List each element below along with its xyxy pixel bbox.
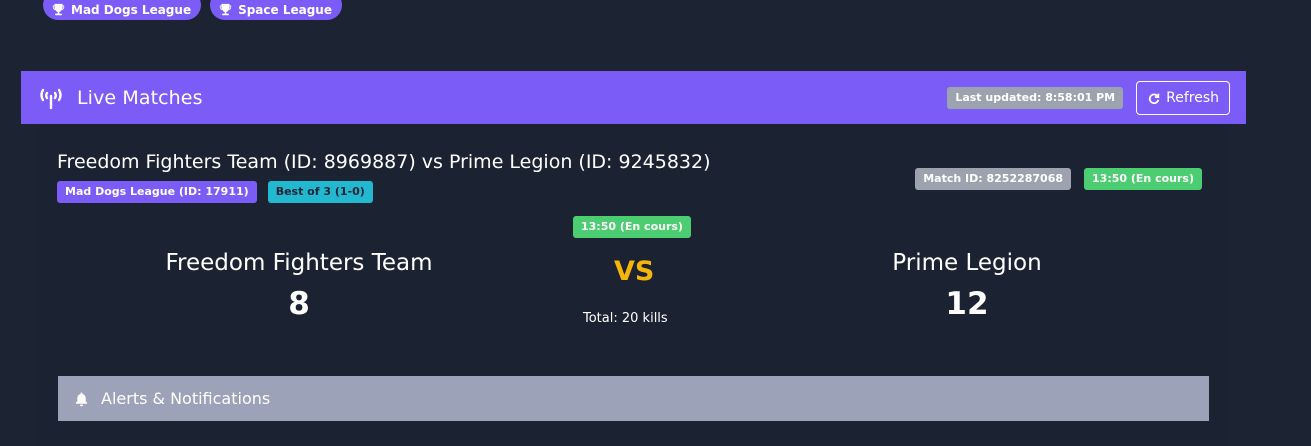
team-left: Freedom Fighters Team 8 (119, 250, 479, 322)
league-pill-space[interactable]: Space League (210, 0, 342, 20)
refresh-label: Refresh (1166, 89, 1219, 106)
alerts-notifications-bar[interactable]: Alerts & Notifications (58, 376, 1209, 421)
league-pill-mad-dogs[interactable]: Mad Dogs League (43, 0, 202, 20)
header-actions: Last updated: 8:58:01 PM Refresh (947, 80, 1230, 115)
match-status-badge: 13:50 (En cours) (1084, 168, 1202, 190)
total-kills: Total: 20 kills (583, 311, 668, 326)
match-tags: Mad Dogs League (ID: 17911) Best of 3 (1… (57, 181, 373, 203)
series-tag-badge: Best of 3 (1-0) (267, 181, 373, 203)
alerts-label: Alerts & Notifications (101, 389, 271, 408)
last-updated-badge: Last updated: 8:58:01 PM (947, 86, 1124, 109)
match-id-badge: Match ID: 8252287068 (915, 168, 1072, 190)
league-tag-badge: Mad Dogs League (ID: 17911) (57, 181, 257, 203)
vs-label: VS (614, 256, 655, 287)
team-left-name: Freedom Fighters Team (165, 250, 433, 276)
panel-title: Live Matches (77, 86, 203, 109)
antenna-icon (40, 88, 62, 109)
trophy-icon (219, 3, 232, 15)
team-left-score: 8 (288, 286, 310, 322)
trophy-icon (52, 3, 65, 15)
match-time-badge: 13:50 (En cours) (573, 216, 691, 238)
team-right: Prime Legion 12 (787, 250, 1147, 322)
refresh-icon (1149, 93, 1160, 104)
league-pill-label: Mad Dogs League (71, 3, 192, 17)
panel-header: Live Matches Last updated: 8:58:01 PM Re… (21, 71, 1246, 124)
live-matches-panel: Live Matches Last updated: 8:58:01 PM Re… (21, 71, 1246, 446)
bell-icon (75, 391, 88, 406)
team-right-score: 12 (945, 286, 989, 322)
match-title: Freedom Fighters Team (ID: 8969887) vs P… (57, 151, 711, 173)
league-pill-label: Space League (238, 3, 332, 17)
match-card: Freedom Fighters Team (ID: 8969887) vs P… (37, 124, 1230, 446)
league-filter-pills: Mad Dogs League Space League (43, 0, 342, 20)
team-right-name: Prime Legion (892, 250, 1042, 276)
center-status: 13:50 (En cours) (573, 215, 691, 238)
refresh-button[interactable]: Refresh (1136, 80, 1230, 115)
match-meta-tags: Match ID: 8252287068 13:50 (En cours) (915, 168, 1202, 190)
